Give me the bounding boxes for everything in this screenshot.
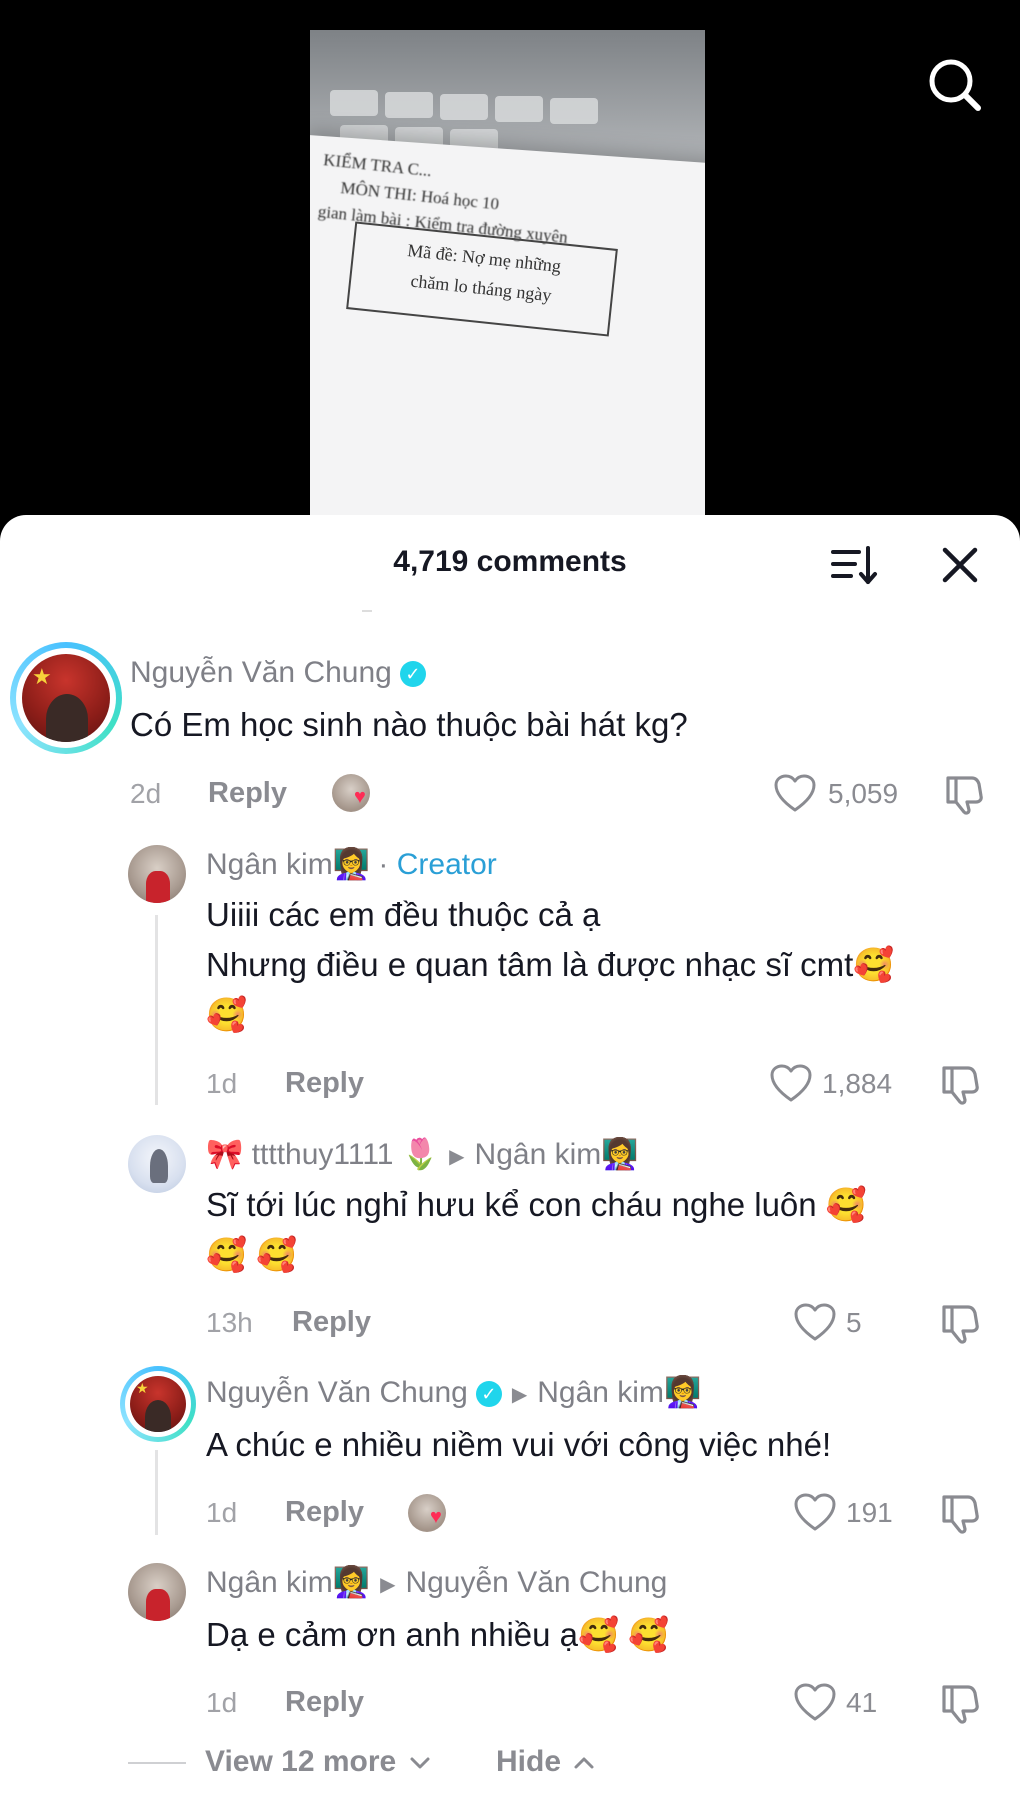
view-more-divider [128, 1762, 186, 1764]
dislike-icon[interactable] [938, 1064, 980, 1106]
comment-text-line: 🥰 [206, 996, 248, 1033]
like-count: 191 [846, 1497, 893, 1528]
username-text: Ngân kim👩‍🏫 [206, 1566, 371, 1599]
hide-label: Hide [496, 1745, 562, 1778]
reply-button[interactable]: Reply [285, 1067, 364, 1100]
chevron-down-icon [410, 1757, 430, 1769]
like-count: 5 [846, 1307, 862, 1338]
heart-icon: ♥ [430, 1506, 442, 1528]
comments-header: 4,719 comments [0, 515, 1020, 610]
heart-outline-icon [774, 774, 816, 812]
search-icon[interactable] [925, 55, 985, 115]
like-count: 41 [846, 1687, 878, 1718]
username-text: Nguyễn Văn Chung [206, 1376, 468, 1409]
avatar-figure [146, 871, 170, 903]
avatar[interactable] [128, 1135, 186, 1193]
comment-time: 1d [206, 1068, 238, 1099]
verified-badge-icon: ✓ [475, 1381, 502, 1408]
username-text: 🎀 tttthuy1111 🌷 [206, 1138, 440, 1171]
comment-text-line: Sĩ tới lúc nghỉ hưu kể con cháu nghe luô… [206, 1186, 867, 1223]
dislike-icon[interactable] [938, 1303, 980, 1345]
username-text: Nguyễn Văn Chung [130, 656, 392, 689]
avatar[interactable] [128, 1563, 186, 1621]
heart-outline-icon [794, 1683, 836, 1721]
reply-button[interactable]: Reply [285, 1686, 364, 1719]
comment-username[interactable]: Nguyễn Văn Chung ✓ [130, 656, 426, 690]
like-count: 5,059 [828, 778, 899, 809]
comment-text: Sĩ tới lúc nghỉ hưu kể con cháu nghe luô… [206, 1180, 867, 1280]
like-button[interactable]: 191 [794, 1493, 914, 1533]
reply-button[interactable]: Reply [285, 1496, 364, 1529]
view-more-label: View 12 more [205, 1745, 397, 1778]
heart-icon: ♥ [354, 786, 366, 808]
comment-text: Dạ e cảm ơn anh nhiều ạ🥰 🥰 [206, 1616, 670, 1653]
comment-text-line: Uiiii các em đều thuộc cả ạ [206, 896, 601, 933]
avatar-person [145, 1400, 171, 1432]
reply-to-username: Ngân kim👩‍🏫 [474, 1138, 639, 1171]
creator-separator: · [378, 848, 389, 881]
star-icon: ★ [136, 1380, 149, 1396]
video-player[interactable]: KIỂM TRA C... MÔN THI: Hoá học 10 gian l… [0, 0, 1020, 545]
like-button[interactable]: 1,884 [770, 1064, 920, 1104]
creator-label: Creator [396, 848, 497, 881]
avatar[interactable]: ★ [130, 1376, 186, 1432]
hide-replies-button[interactable]: Hide [496, 1745, 595, 1779]
avatar-person [46, 694, 88, 742]
heart-outline-icon [770, 1064, 812, 1102]
comment-time: 1d [206, 1687, 238, 1718]
divider [362, 610, 372, 612]
reply-to-username: Ngân kim👩‍🏫 [537, 1376, 702, 1409]
like-count: 1,884 [822, 1068, 893, 1099]
like-button[interactable]: 41 [794, 1683, 894, 1723]
dislike-icon[interactable] [938, 1493, 980, 1535]
comment-text: A chúc e nhiều niềm vui với công việc nh… [206, 1426, 832, 1463]
avatar[interactable] [128, 845, 186, 903]
like-button[interactable]: 5 [794, 1303, 894, 1343]
comment-username[interactable]: Ngân kim👩‍🏫 ▶ Nguyễn Văn Chung [206, 1565, 667, 1600]
reply-arrow-icon: ▶ [449, 1145, 465, 1168]
comment-username[interactable]: Nguyễn Văn Chung ✓ ▶ Ngân kim👩‍🏫 [206, 1375, 701, 1410]
comment-text-line: 🥰 🥰 [206, 1236, 298, 1273]
avatar-figure [146, 1589, 170, 1621]
username-text: Ngân kim👩‍🏫 [206, 848, 371, 881]
chevron-up-icon [574, 1757, 594, 1769]
reply-button[interactable]: Reply [292, 1306, 371, 1339]
comment-time: 2d [130, 778, 162, 809]
comment-username[interactable]: 🎀 tttthuy1111 🌷 ▶ Ngân kim👩‍🏫 [206, 1137, 639, 1172]
reply-button[interactable]: Reply [208, 777, 287, 810]
dislike-icon[interactable] [942, 774, 984, 816]
comment-time: 1d [206, 1497, 238, 1528]
thread-line [155, 915, 158, 1105]
verified-badge-icon: ✓ [399, 661, 426, 688]
avatar[interactable]: ★ [22, 654, 110, 742]
sort-icon[interactable] [828, 540, 878, 590]
reply-arrow-icon: ▶ [380, 1573, 396, 1596]
comment-text: Có Em học sinh nào thuộc bài hát kg? [130, 706, 688, 743]
comment-text: Uiiii các em đều thuộc cả ạ Nhưng điều e… [206, 890, 894, 1040]
heart-outline-icon [794, 1303, 836, 1341]
dislike-icon[interactable] [938, 1683, 980, 1725]
comment-username[interactable]: Ngân kim👩‍🏫 · Creator [206, 847, 497, 882]
star-icon: ★ [32, 664, 52, 689]
comment-time: 13h [206, 1307, 253, 1338]
heart-outline-icon [794, 1493, 836, 1531]
video-frame: KIỂM TRA C... MÔN THI: Hoá học 10 gian l… [310, 30, 705, 545]
thread-line [155, 1450, 158, 1535]
reply-to-username: Nguyễn Văn Chung [405, 1566, 668, 1599]
comment-text-line: Nhưng điều e quan tâm là được nhạc sĩ cm… [206, 946, 895, 983]
close-icon[interactable] [935, 540, 985, 590]
like-button[interactable]: 5,059 [774, 774, 914, 814]
reply-arrow-icon: ▶ [511, 1383, 528, 1406]
avatar-figure [150, 1149, 168, 1183]
view-more-replies-button[interactable]: View 12 more [205, 1745, 431, 1779]
